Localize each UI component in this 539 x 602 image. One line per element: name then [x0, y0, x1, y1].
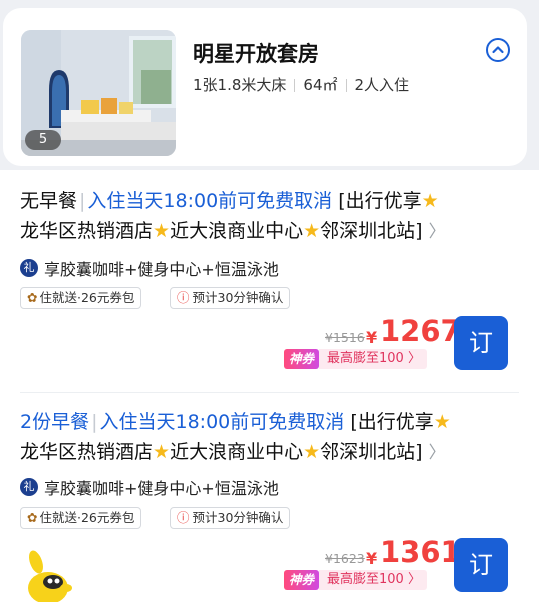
original-price: ¥1516 [325, 330, 365, 345]
delivery-tag: ✿ 住就送·26元券包 [20, 507, 142, 529]
chevron-right-icon[interactable]: 〉 [429, 443, 446, 463]
info-icon: ⓘ [177, 290, 190, 305]
rate-plan-title[interactable]: 无早餐 | 入住当天18:00前可免费取消 [出行优享★ 龙华区热销酒店★近大浪商业… [20, 186, 510, 247]
title-text: 龙华区热销酒店 [20, 220, 154, 242]
kangaroo-mascot-icon[interactable] [20, 548, 76, 602]
delivery-tag-text: 住就送·26元券包 [39, 510, 135, 525]
confirm-tag: ⓘ 预计30分钟确认 [170, 507, 291, 529]
star-icon: ★ [303, 220, 321, 242]
promo-badge: 神券 [284, 349, 320, 369]
title-divider: | [79, 190, 86, 212]
promo-badge: 神券 [284, 570, 320, 590]
rate-plan-item[interactable]: 无早餐 | 入住当天18:00前可免费取消 [出行优享★ 龙华区热销酒店★近大浪商业… [0, 170, 539, 392]
perk-text: 享胶囊咖啡+健身中心+恒温泳池 [44, 260, 279, 279]
title-text: 近大浪商业中心 [170, 220, 304, 242]
chevron-up-circle-icon[interactable] [486, 38, 510, 62]
current-price: 1267 [380, 314, 461, 348]
delivery-tag-text: 住就送·26元券包 [39, 290, 135, 305]
star-icon: ★ [433, 411, 451, 433]
currency-symbol: ¥ [366, 549, 378, 568]
guest-info: 2人入住 [354, 76, 410, 94]
photo-count-badge: 5 [25, 130, 61, 150]
cancel-policy: 入住当天18:00前可免费取消 [99, 411, 345, 433]
title-text: [出行优享 [350, 411, 434, 433]
chevron-right-icon[interactable]: 〉 [429, 222, 446, 242]
promo-coupon[interactable]: 神券 最高膨至100 〉 [284, 348, 427, 370]
perk-row: 礼 享胶囊咖啡+健身中心+恒温泳池 [20, 256, 279, 280]
title-text: [出行优享 [338, 190, 422, 212]
original-price: ¥1623 [325, 551, 365, 566]
coupon-icon: ✿ [27, 510, 38, 525]
confirm-tag: ⓘ 预计30分钟确认 [170, 287, 291, 309]
gift-icon: 礼 [20, 478, 38, 496]
star-icon: ★ [303, 441, 321, 463]
rate-plan-item[interactable]: 2份早餐 | 入住当天18:00前可免费取消 [出行优享★ 龙华区热销酒店★近大浪商… [0, 393, 539, 602]
currency-symbol: ¥ [366, 328, 378, 347]
book-button[interactable]: 订 [454, 538, 508, 592]
room-specs: 1张1.8米大床 64㎡ 2人入住 [193, 74, 409, 95]
meal-info: 2份早餐 [20, 411, 90, 433]
spec-divider [345, 79, 347, 92]
rate-plan-title[interactable]: 2份早餐 | 入住当天18:00前可免费取消 [出行优享★ 龙华区热销酒店★近大浪商… [20, 407, 510, 468]
star-icon: ★ [153, 441, 171, 463]
promo-coupon[interactable]: 神券 最高膨至100 〉 [284, 569, 427, 591]
perk-row: 礼 享胶囊咖啡+健身中心+恒温泳池 [20, 475, 279, 499]
title-text: 龙华区热销酒店 [20, 441, 154, 463]
title-text: 邻深圳北站] [320, 220, 423, 242]
bed-info: 1张1.8米大床 [193, 76, 287, 94]
info-icon: ⓘ [177, 510, 190, 525]
confirm-tag-text: 预计30分钟确认 [192, 290, 284, 305]
meal-info: 无早餐 [20, 190, 78, 212]
perk-text: 享胶囊咖啡+健身中心+恒温泳池 [44, 479, 279, 498]
promo-text: 最高膨至100 〉 [319, 349, 427, 369]
gift-icon: 礼 [20, 259, 38, 277]
room-photo[interactable]: 5 [21, 30, 176, 156]
room-title: 明星开放套房 [193, 42, 319, 66]
promo-text: 最高膨至100 〉 [319, 570, 427, 590]
coupon-icon: ✿ [27, 290, 38, 305]
cancel-policy: 入住当天18:00前可免费取消 [87, 190, 333, 212]
room-card[interactable]: 5 明星开放套房 1张1.8米大床 64㎡ 2人入住 [3, 8, 527, 166]
spec-divider [294, 79, 296, 92]
star-icon: ★ [421, 190, 439, 212]
delivery-tag: ✿ 住就送·26元券包 [20, 287, 142, 309]
area-info: 64㎡ [303, 76, 338, 94]
confirm-tag-text: 预计30分钟确认 [192, 510, 284, 525]
rate-plan-list: 无早餐 | 入住当天18:00前可免费取消 [出行优享★ 龙华区热销酒店★近大浪商业… [0, 170, 539, 602]
title-text: 邻深圳北站] [320, 441, 423, 463]
book-button[interactable]: 订 [454, 316, 508, 370]
title-text: 近大浪商业中心 [170, 441, 304, 463]
title-divider: | [91, 411, 98, 433]
star-icon: ★ [153, 220, 171, 242]
current-price: 1361 [380, 535, 461, 569]
